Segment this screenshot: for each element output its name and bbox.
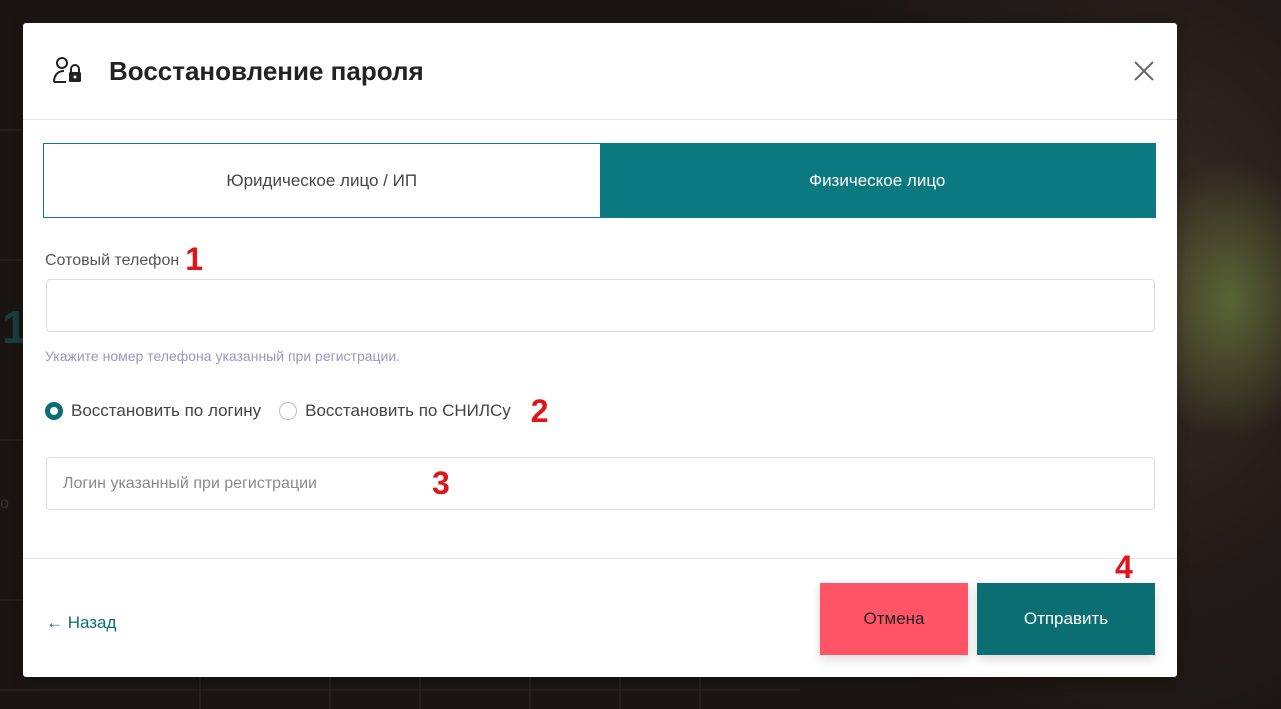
- back-link[interactable]: ← Назад: [46, 613, 116, 633]
- person-type-tabs: Юридическое лицо / ИП Физическое лицо: [43, 143, 1156, 218]
- submit-button[interactable]: Отправить: [977, 583, 1155, 655]
- modal-header: Восстановление пароля: [23, 23, 1177, 120]
- annotation-marker-1: 1: [185, 241, 203, 277]
- tab-legal-entity[interactable]: Юридическое лицо / ИП: [44, 144, 600, 217]
- close-icon[interactable]: [1131, 58, 1157, 84]
- login-field: 3: [46, 457, 1155, 510]
- recovery-mode-group: Восстановить по логину Восстановить по С…: [45, 395, 549, 427]
- user-lock-icon: [53, 57, 81, 83]
- cancel-button[interactable]: Отмена: [820, 583, 968, 655]
- radio-by-snils-label: Восстановить по СНИЛСу: [305, 401, 511, 420]
- annotation-marker-2: 2: [530, 393, 549, 429]
- annotation-marker-4: 4: [1115, 549, 1133, 585]
- phone-input[interactable]: [46, 279, 1155, 332]
- phone-hint: Укажите номер телефона указанный при рег…: [45, 348, 401, 364]
- radio-by-login[interactable]: Восстановить по логину: [45, 401, 261, 421]
- radio-by-login-label: Восстановить по логину: [71, 401, 262, 420]
- annotation-marker-3: 3: [432, 465, 450, 501]
- background-text-fragment: о: [0, 495, 9, 512]
- modal-title: Восстановление пароля: [109, 56, 424, 86]
- phone-field-label: Сотовый телефон 1: [45, 241, 203, 277]
- radio-unchecked-icon: [279, 402, 298, 420]
- password-recovery-modal: Восстановление пароля Юридическое лицо /…: [23, 23, 1177, 677]
- tab-individual[interactable]: Физическое лицо: [599, 144, 1155, 217]
- radio-by-snils[interactable]: Восстановить по СНИЛСу: [279, 401, 511, 421]
- phone-label-text: Сотовый телефон: [45, 252, 180, 269]
- login-input[interactable]: [46, 457, 1155, 510]
- radio-checked-icon: [45, 402, 63, 420]
